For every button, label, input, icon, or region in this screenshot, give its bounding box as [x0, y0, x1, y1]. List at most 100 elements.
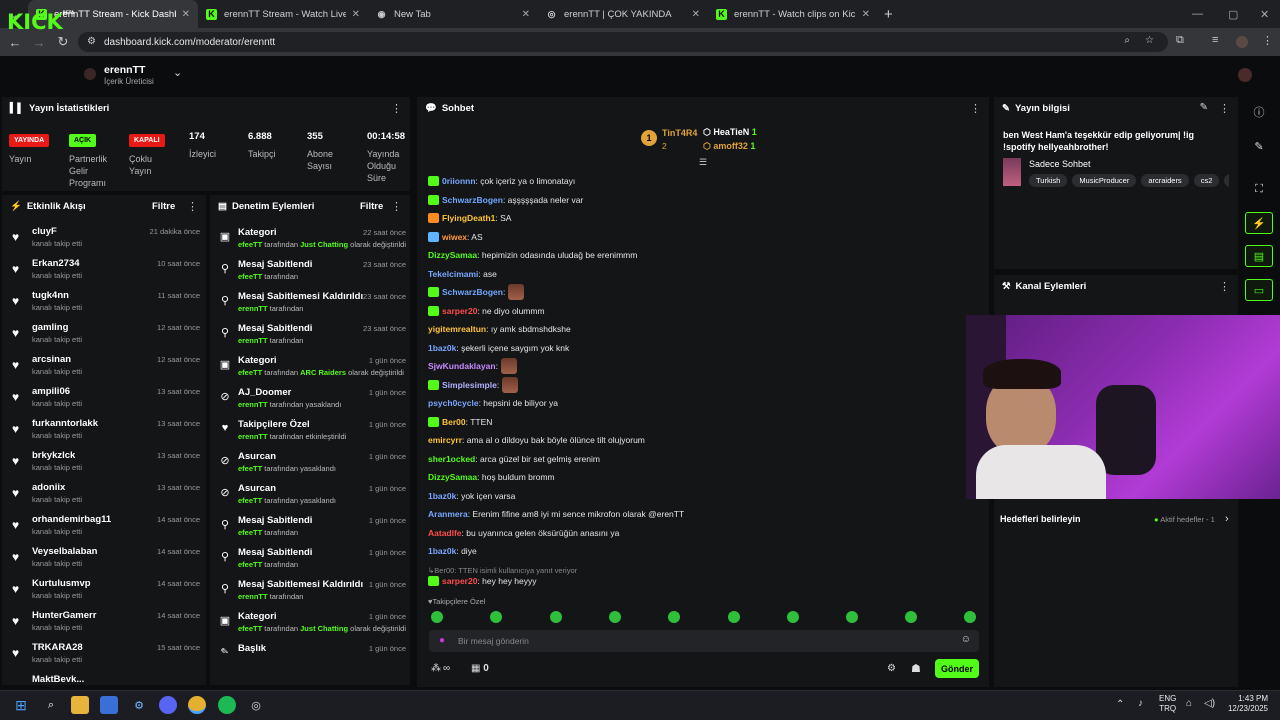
- close-tab-icon[interactable]: ✕: [522, 9, 530, 20]
- close-tab-icon[interactable]: ✕: [352, 9, 360, 20]
- activity-item[interactable]: ♥ arcsinan kanalı takip etti 12 saat önce: [12, 354, 200, 386]
- spotify-icon[interactable]: [218, 696, 236, 714]
- tag[interactable]: arcraiders: [1141, 174, 1189, 187]
- chat-message[interactable]: FlyingDeath1: SA: [428, 211, 511, 225]
- chat-message[interactable]: SjwKundaklayan:: [428, 358, 517, 375]
- chat-message[interactable]: 1baz0k: diye: [428, 544, 477, 558]
- chest-indicator[interactable]: ▦ 0: [471, 663, 489, 674]
- chat-username[interactable]: psych0cycle: [428, 398, 479, 408]
- chat-message[interactable]: DizzySamaa: hoş buldum bromm: [428, 470, 555, 484]
- activity-item[interactable]: ♥ Erkan2734 kanalı takip etti 10 saat önce: [12, 258, 200, 290]
- activity-item[interactable]: ♥ tugk4nn kanalı takip etti 11 saat önce: [12, 290, 200, 322]
- activity-username[interactable]: MaktBeyk...: [32, 674, 84, 682]
- activity-username[interactable]: furkanntorlakk: [32, 418, 98, 429]
- activity-item[interactable]: ♥ gamling kanalı takip etti 12 saat önce: [12, 322, 200, 354]
- moderation-item[interactable]: ⚲ Mesaj Sabitlendi efeeTT tarafından 1 gün …: [218, 547, 406, 579]
- chat-username[interactable]: DizzySamaa: [428, 472, 477, 482]
- moderation-item[interactable]: ⚲ Mesaj Sabitlendi efeeTT tarafından 23 saa…: [218, 259, 406, 291]
- moderation-item[interactable]: ⊘ Asurcan efeeTT tarafından yasaklandı 1 gü…: [218, 483, 406, 515]
- active-goals[interactable]: ● Aktif hedefler - 1: [1154, 515, 1215, 524]
- gifter-name[interactable]: TinT4R4: [662, 128, 697, 138]
- chat-username[interactable]: 1baz0k: [428, 343, 456, 353]
- stream-info-menu-icon[interactable]: ⋮: [1219, 102, 1230, 115]
- activity-username[interactable]: ampili06: [32, 386, 70, 397]
- emote-icon[interactable]: [905, 611, 917, 623]
- channel-actions-menu-icon[interactable]: ⋮: [1219, 280, 1230, 293]
- channel-avatar[interactable]: [84, 68, 96, 80]
- maximize-icon[interactable]: ▢: [1228, 0, 1238, 28]
- tag[interactable]: MusicProducer: [1072, 174, 1137, 187]
- robot-icon[interactable]: ☗: [911, 662, 921, 675]
- mod-user[interactable]: efeeTT: [238, 560, 262, 569]
- mod-user[interactable]: efeeTT: [238, 624, 262, 633]
- moderation-item[interactable]: ⚲ Mesaj Sabitlendi efeeTT tarafından 1 gün …: [218, 515, 406, 547]
- chat-settings-icon[interactable]: ⚙: [887, 663, 896, 674]
- steam-icon[interactable]: ⚙: [130, 696, 148, 714]
- chat-username[interactable]: FlyingDeath1: [442, 213, 495, 223]
- chat-message[interactable]: Ber00: TTEN: [428, 415, 492, 429]
- close-tab-icon[interactable]: ✕: [182, 9, 190, 20]
- discord-icon[interactable]: [159, 696, 177, 714]
- chat-username[interactable]: emircyrr: [428, 435, 462, 445]
- quick-action-chat-icon[interactable]: ▭: [1245, 279, 1273, 301]
- edit-icon[interactable]: ✎: [1200, 102, 1208, 113]
- chat-message[interactable]: psych0cycle: hepsini de biliyor ya: [428, 396, 558, 410]
- emote-icon[interactable]: [431, 611, 443, 623]
- close-tab-icon[interactable]: ✕: [692, 9, 700, 20]
- mod-user[interactable]: efeeTT: [238, 368, 262, 377]
- mod-user[interactable]: efeeTT: [238, 240, 262, 249]
- kick-logo[interactable]: KICKBETA: [7, 10, 74, 34]
- category-name[interactable]: Sadece Sohbet: [1029, 159, 1091, 169]
- emote-icon[interactable]: [668, 611, 680, 623]
- mod-user[interactable]: erennTT: [238, 336, 268, 345]
- site-info-icon[interactable]: ⚙: [87, 36, 96, 47]
- browser-tab-4[interactable]: ◎ erennTT | ÇOK YAKINDA ✕: [538, 0, 708, 28]
- moderation-item[interactable]: ▣ Kategori efeeTT tarafından Just Chatting…: [218, 227, 406, 259]
- chat-message[interactable]: SchwarzBogen:: [428, 284, 525, 300]
- chat-username[interactable]: Aranmera: [428, 509, 468, 519]
- chat-username[interactable]: yigitemrealtun: [428, 324, 486, 334]
- chat-username[interactable]: SchwarzBogen: [442, 287, 503, 297]
- chat-username[interactable]: wiwex: [442, 232, 467, 242]
- chat-message[interactable]: Aatadlfe: bu uyanınca gelen öksürüğün an…: [428, 526, 619, 540]
- chat-username[interactable]: DizzySamaa: [428, 250, 477, 260]
- channel-name[interactable]: erennTT: [104, 64, 145, 76]
- file-explorer-icon[interactable]: [71, 696, 89, 714]
- chat-username[interactable]: sarper20: [442, 576, 477, 586]
- tag[interactable]: Turkish: [1029, 174, 1068, 187]
- mod-user[interactable]: efeeTT: [238, 496, 262, 505]
- activity-filter-button[interactable]: Filtre: [152, 201, 175, 212]
- send-button[interactable]: Gönder: [935, 659, 979, 678]
- extensions-icon[interactable]: ⧉: [1176, 34, 1184, 47]
- gifter-3[interactable]: ⬡ amoff32 1: [703, 141, 755, 152]
- mod-user[interactable]: efeeTT: [238, 272, 262, 281]
- tag[interactable]: cs2: [1193, 174, 1220, 187]
- chat-username[interactable]: sarper20: [442, 306, 477, 316]
- chat-message[interactable]: DizzySamaa: hepimizin odasında uludağ be…: [428, 248, 637, 262]
- activity-item[interactable]: ♥ cluyF kanalı takip etti 21 dakika önce: [12, 226, 200, 258]
- activity-item[interactable]: ♥ TRKARA28 kanalı takip etti 15 saat önce: [12, 642, 200, 674]
- stats-menu-icon[interactable]: ⋮: [391, 102, 402, 115]
- moderation-item[interactable]: ♥ Takipçilere Özel erennTT tarafından etki…: [218, 419, 406, 451]
- back-icon[interactable]: ←: [3, 35, 27, 50]
- close-window-icon[interactable]: ✕: [1260, 0, 1269, 28]
- volume-icon[interactable]: ◁): [1204, 698, 1215, 709]
- browser-tab-3[interactable]: ◉ New Tab ✕: [368, 0, 538, 28]
- chat-message[interactable]: Tekelcimami: ase: [428, 267, 497, 281]
- activity-menu-icon[interactable]: ⋮: [187, 200, 198, 213]
- reply-message[interactable]: sarper20: hey hey heyyy: [428, 574, 537, 588]
- tray-mic-icon[interactable]: ♪: [1138, 698, 1143, 709]
- activity-username[interactable]: Kurtulusmvp: [32, 578, 91, 589]
- emote-icon[interactable]: [490, 611, 502, 623]
- profile-avatar[interactable]: [1236, 36, 1248, 48]
- tray-chevron-icon[interactable]: ⌃: [1116, 699, 1124, 710]
- chat-input[interactable]: ● Bir mesaj gönderin ☺: [429, 630, 979, 652]
- emote-icon[interactable]: [550, 611, 562, 623]
- activity-username[interactable]: tugk4nn: [32, 290, 69, 301]
- moderation-item[interactable]: ▣ Kategori efeeTT tarafından ARC Raiders o…: [218, 355, 406, 387]
- clock[interactable]: 1:43 PM 12/23/2025: [1224, 694, 1268, 714]
- chat-username[interactable]: Tekelcimami: [428, 269, 478, 279]
- activity-username[interactable]: cluyF: [32, 226, 57, 237]
- moderation-item[interactable]: ⊘ AJ_Doomer erennTT tarafından yasaklandı 1…: [218, 387, 406, 419]
- activity-item[interactable]: ♥MaktBeyk...kanalı takip etti: [12, 674, 200, 682]
